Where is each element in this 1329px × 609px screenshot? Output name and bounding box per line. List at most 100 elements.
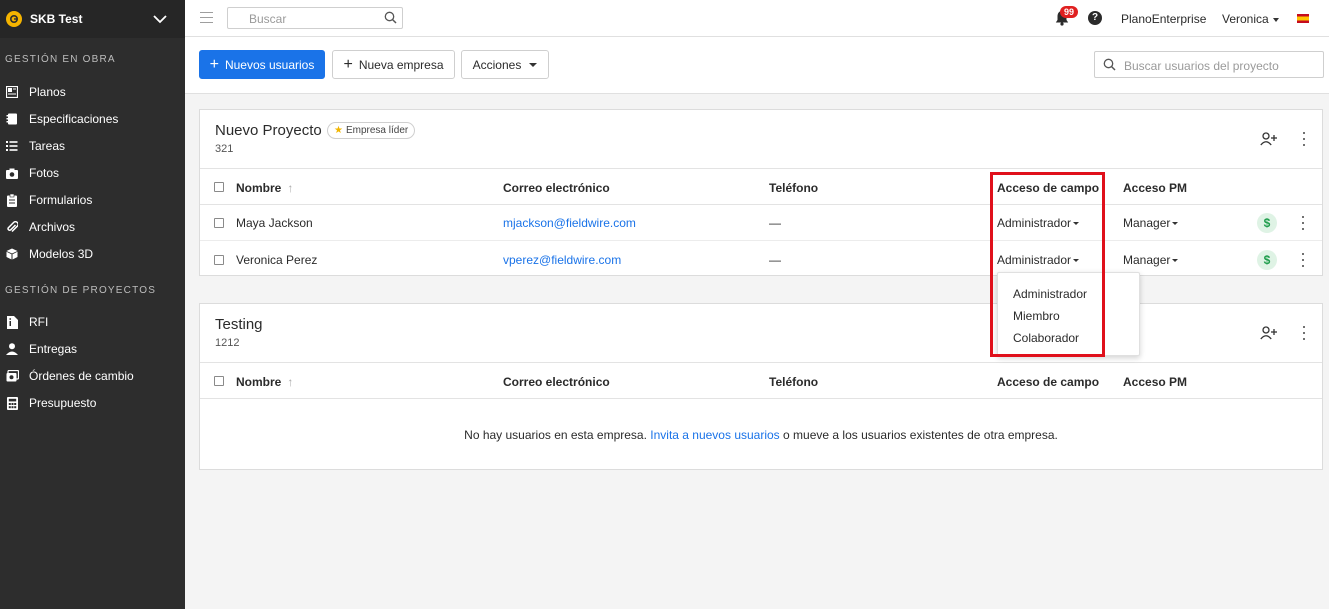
field-access-menu: Administrador Miembro Colaborador xyxy=(997,272,1140,356)
company-name: Nuevo Proyecto xyxy=(215,122,322,139)
add-person-icon[interactable] xyxy=(1260,326,1278,343)
notification-count-badge: 99 xyxy=(1060,6,1079,18)
user-email-link[interactable]: mjackson@fieldwire.com xyxy=(503,216,636,230)
sidebar-item-tareas[interactable]: Tareas xyxy=(0,136,185,156)
row-checkbox[interactable] xyxy=(214,218,224,228)
table-row: Maya Jackson mjackson@fieldwire.com — Ad… xyxy=(200,205,1322,241)
dollar-icon[interactable]: $ xyxy=(1257,213,1277,233)
sidebar-item-label: Entregas xyxy=(29,342,78,356)
top-bar: Buscar 99 ? PlanoEnterprise Veronica xyxy=(185,0,1329,37)
user-phone: — xyxy=(769,253,781,267)
project-selector[interactable]: SKB Test xyxy=(0,0,185,38)
field-access-value: Administrador xyxy=(997,253,1072,267)
header-field-access: Acceso de campo xyxy=(997,375,1100,389)
header-field-access: Acceso de campo xyxy=(997,181,1100,195)
dollar-icon[interactable]: $ xyxy=(1257,250,1277,270)
lead-company-badge: ★ Empresa líder xyxy=(327,122,416,139)
sidebar-item-archivos[interactable]: Archivos xyxy=(0,217,185,237)
project-users-search-input[interactable]: Buscar usuarios del proyecto xyxy=(1094,51,1324,78)
caret-down-icon xyxy=(1073,259,1080,263)
chevron-down-icon[interactable] xyxy=(151,10,169,28)
pm-access-value: Manager xyxy=(1123,216,1171,230)
pm-access-dropdown[interactable]: Manager xyxy=(1123,253,1179,267)
spain-flag-icon[interactable] xyxy=(1297,14,1309,23)
actions-dropdown-button[interactable]: Acciones xyxy=(461,50,549,79)
menu-item-miembro[interactable]: Miembro xyxy=(1013,309,1060,323)
plan-label: PlanoEnterprise xyxy=(1121,12,1207,26)
header-pm-access: Acceso PM xyxy=(1123,375,1188,389)
user-email-link[interactable]: vperez@fieldwire.com xyxy=(503,253,621,267)
header-email: Correo electrónico xyxy=(503,181,610,195)
sidebar-item-formularios[interactable]: Formularios xyxy=(0,190,185,210)
pm-access-dropdown[interactable]: Manager xyxy=(1123,216,1179,230)
new-company-label: Nueva empresa xyxy=(358,57,444,72)
field-access-dropdown[interactable]: Administrador xyxy=(997,253,1080,267)
more-options-icon[interactable] xyxy=(1301,253,1305,267)
sidebar-item-especificaciones[interactable]: Especificaciones xyxy=(0,109,185,129)
sidebar-item-label: Planos xyxy=(29,85,66,99)
sidebar-item-presupuesto[interactable]: Presupuesto xyxy=(0,393,185,413)
select-all-checkbox[interactable] xyxy=(214,182,224,192)
sidebar-item-label: Tareas xyxy=(29,139,66,153)
paperclip-icon xyxy=(5,220,19,234)
user-menu[interactable]: Veronica xyxy=(1222,12,1279,26)
more-options-icon[interactable] xyxy=(1302,326,1306,340)
caret-down-icon xyxy=(1073,222,1080,226)
action-bar: + Nuevos usuarios + Nueva empresa Accion… xyxy=(185,37,1329,94)
sidebar: SKB Test GESTIÓN EN OBRA Planos Especifi… xyxy=(0,0,185,609)
more-options-icon[interactable] xyxy=(1301,216,1305,230)
sidebar-item-label: Especificaciones xyxy=(29,112,119,126)
sidebar-item-label: Presupuesto xyxy=(29,396,97,410)
table-header: Nombre ↑ Correo electrónico Teléfono Acce… xyxy=(200,168,1322,205)
plus-icon: + xyxy=(209,55,219,73)
field-access-dropdown[interactable]: Administrador xyxy=(997,216,1080,230)
caret-down-icon xyxy=(529,62,538,67)
clipboard-icon xyxy=(5,193,19,207)
sidebar-item-modelos-3d[interactable]: Modelos 3D xyxy=(0,244,185,264)
sidebar-item-fotos[interactable]: Fotos xyxy=(0,163,185,183)
add-person-icon[interactable] xyxy=(1260,132,1278,149)
empty-state-text: No hay usuarios en esta empresa. xyxy=(464,428,647,442)
tasks-icon xyxy=(5,139,19,153)
pm-access-value: Manager xyxy=(1123,253,1171,267)
help-icon[interactable]: ? xyxy=(1088,11,1102,25)
header-name[interactable]: Nombre ↑ xyxy=(236,181,293,195)
company-count: 321 xyxy=(215,143,234,155)
calculator-icon xyxy=(5,396,19,410)
star-icon: ★ xyxy=(334,125,343,136)
invite-new-users-link[interactable]: Invita a nuevos usuarios xyxy=(650,428,779,442)
user-phone: — xyxy=(769,216,781,230)
rfi-icon xyxy=(5,315,19,329)
row-checkbox[interactable] xyxy=(214,255,224,265)
header-name[interactable]: Nombre ↑ xyxy=(236,375,293,389)
specifications-icon xyxy=(5,112,19,126)
company-count: 1212 xyxy=(215,337,240,349)
header-email: Correo electrónico xyxy=(503,375,610,389)
select-all-checkbox[interactable] xyxy=(214,376,224,386)
sidebar-item-rfi[interactable]: RFI xyxy=(0,312,185,332)
search-icon xyxy=(1103,58,1116,74)
sidebar-item-label: Formularios xyxy=(29,193,93,207)
more-options-icon[interactable] xyxy=(1302,132,1306,146)
header-name-label: Nombre xyxy=(236,375,282,389)
actions-label: Acciones xyxy=(472,57,522,72)
sidebar-item-label: Modelos 3D xyxy=(29,247,94,261)
sidebar-item-entregas[interactable]: Entregas xyxy=(0,339,185,359)
menu-item-administrador[interactable]: Administrador xyxy=(1013,287,1087,301)
header-pm-access: Acceso PM xyxy=(1123,181,1188,195)
user-name: Maya Jackson xyxy=(236,216,313,230)
global-search-input[interactable]: Buscar xyxy=(227,7,403,29)
sidebar-item-planos[interactable]: Planos xyxy=(0,82,185,102)
menu-item-colaborador[interactable]: Colaborador xyxy=(1013,331,1079,345)
caret-down-icon xyxy=(1172,259,1179,263)
sidebar-item-label: Fotos xyxy=(29,166,60,180)
sidebar-item-ordenes-de-cambio[interactable]: Órdenes de cambio xyxy=(0,366,185,386)
menu-icon[interactable] xyxy=(200,12,213,23)
sort-arrow-icon: ↑ xyxy=(287,375,294,389)
new-company-button[interactable]: + Nueva empresa xyxy=(332,50,455,79)
sidebar-item-label: RFI xyxy=(29,315,49,329)
table-header: Nombre ↑ Correo electrónico Teléfono Acce… xyxy=(200,362,1322,399)
sidebar-item-label: Archivos xyxy=(29,220,76,234)
change-order-icon xyxy=(5,369,19,383)
new-users-button[interactable]: + Nuevos usuarios xyxy=(199,50,325,79)
